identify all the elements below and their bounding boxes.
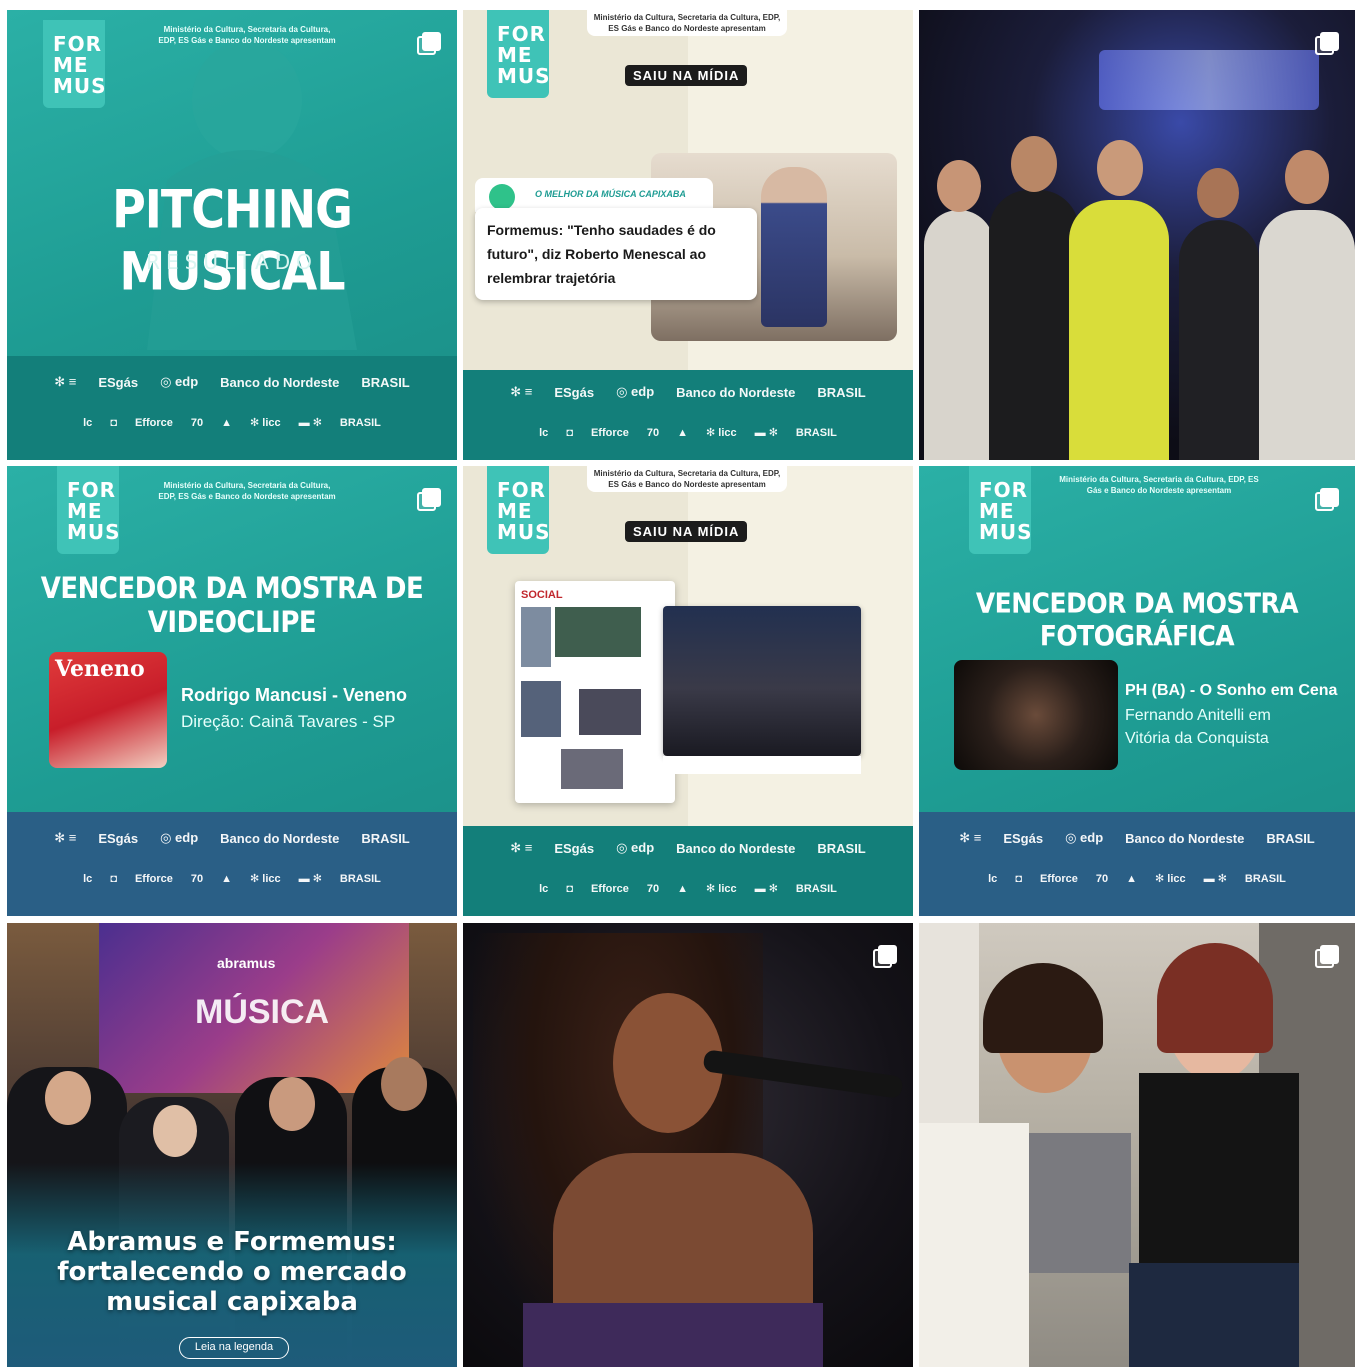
winner-name: PH (BA) - O Sonho em Cena	[1125, 682, 1338, 699]
post-title: VENCEDOR DA MOSTRA FOTOGRÁFICA	[975, 586, 1299, 652]
person-left-hair	[983, 963, 1103, 1053]
ministry-credit: Ministério da Cultura, Secretaria da Cul…	[1059, 475, 1259, 495]
formemus-logo: FOR ME MUS	[57, 466, 120, 554]
group-of-people	[919, 120, 1355, 460]
formemus-logo: FOR ME MUS	[487, 10, 550, 98]
winner-credit: Direção: Cainã Tavares - SP	[181, 712, 396, 731]
profile-post-grid: FOR ME MUS Ministério da Cultura, Secretar…	[0, 0, 1355, 1367]
carousel-icon	[873, 945, 897, 968]
sponsors-footer: ✻ ≡ ESgás ◎ edp Banco do Nordeste BRASIL lc ◘…	[463, 370, 913, 460]
person-right-jeans	[1129, 1263, 1299, 1367]
photo-thumbnail	[954, 660, 1118, 770]
carousel-icon	[1315, 488, 1339, 511]
ministry-credit: Ministério da Cultura, Secretaria da Cul…	[587, 466, 787, 492]
carousel-icon	[417, 32, 441, 55]
post-singer-photo[interactable]	[463, 923, 913, 1367]
newspaper-clipping: SOCIAL	[515, 581, 675, 803]
videoclipe-thumbnail: Veneno	[49, 652, 167, 768]
ministry-credit: Ministério da Cultura, Secretaria da Cul…	[587, 10, 787, 36]
ministry-credit: Ministério da Cultura, Secretaria da Cul…	[158, 25, 336, 45]
carousel-icon	[1315, 32, 1339, 55]
formemus-logo: FOR ME MUS	[43, 20, 106, 108]
winner-name: Rodrigo Mancusi - Veneno	[181, 685, 408, 705]
post-friends-photo[interactable]	[919, 923, 1355, 1367]
news-headline-card: Formemus: "Tenho saudades é do futuro", …	[475, 208, 757, 300]
post-title: VENCEDOR DA MOSTRA DE VIDEOCLIPE	[40, 572, 424, 640]
read-caption-button: Leia na legenda	[179, 1337, 289, 1359]
tote-bag-left	[919, 1123, 1029, 1367]
person-left-top	[1011, 1133, 1131, 1273]
winner-credit-line-2: Vitória da Conquista	[1125, 730, 1269, 747]
person-right-hair	[1157, 943, 1273, 1053]
sponsors-footer: ✻ ≡ ESgás ◎ edp Banco do Nordeste BRASIL lc ◘…	[463, 826, 913, 916]
carousel-icon	[1315, 945, 1339, 968]
sparkle-outfit	[523, 1303, 823, 1367]
post-subtitle: RESULTADO	[146, 250, 318, 274]
person-figure	[761, 167, 827, 327]
sponsors-footer: ✻ ≡ ESgás ◎ edp Banco do Nordeste BRASIL lc ◘…	[7, 356, 457, 460]
post-vencedor-videoclipe[interactable]: FOR ME MUS Ministério da Cultura, Secretar…	[7, 466, 457, 916]
post-vencedor-fotografica[interactable]: FOR ME MUS Ministério da Cultura, Secretar…	[919, 466, 1355, 916]
saiu-na-midia-badge: SAIU NA MÍDIA	[625, 65, 748, 86]
saiu-na-midia-badge: SAIU NA MÍDIA	[625, 521, 748, 542]
carousel-icon	[417, 488, 441, 511]
post-saiu-na-midia-social[interactable]: FOR ME MUS Ministério da Cultura, Secretar…	[463, 466, 913, 916]
person-right-top	[1139, 1073, 1299, 1273]
post-title: PITCHING MUSICAL	[112, 177, 353, 303]
post-pitching-musical[interactable]: FOR ME MUS Ministério da Cultura, Secretar…	[7, 10, 457, 460]
photo-caption	[663, 756, 861, 774]
sponsors-footer: ✻ ≡ ESgás ◎ edp Banco do Nordeste BRASIL lc ◘…	[7, 812, 457, 916]
radio-icon	[489, 184, 515, 210]
ministry-credit: Ministério da Cultura, Secretaria da Cul…	[158, 481, 336, 501]
stage-lights	[1099, 50, 1319, 110]
winner-credit-line-1: Fernando Anitelli em	[1125, 707, 1271, 724]
news-tag: O MELHOR DA MÚSICA CAPIXABA	[475, 178, 713, 212]
sponsors-footer: ✻ ≡ ESgás ◎ edp Banco do Nordeste BRASIL lc ◘…	[919, 812, 1355, 916]
formemus-logo: FOR ME MUS	[969, 466, 1032, 554]
post-title: Abramus e Formemus: fortalecendo o merca…	[57, 1227, 407, 1317]
formemus-logo: FOR ME MUS	[487, 466, 550, 554]
post-concert-photo[interactable]	[919, 10, 1355, 460]
post-saiu-na-midia-menescal[interactable]: FOR ME MUS Ministério da Cultura, Secretar…	[463, 10, 913, 460]
event-photo	[663, 606, 861, 756]
post-abramus-formemus[interactable]: abramus MÚSICA Abramus e Formemus: forta…	[7, 923, 457, 1367]
